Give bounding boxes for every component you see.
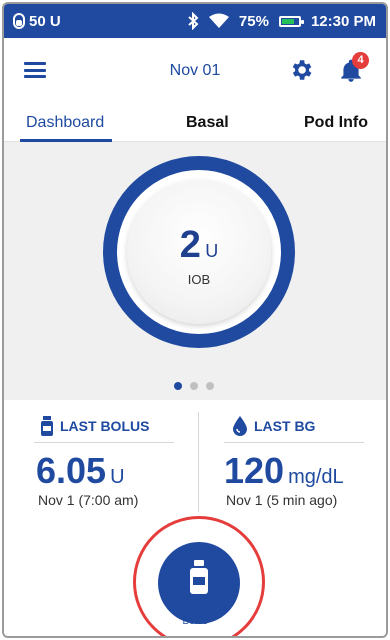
bolus-button[interactable] [158,542,240,624]
clock: 12:30 PM [310,12,376,30]
page-indicator [174,382,214,390]
iob-value-group: 2 U [127,224,271,267]
last-bolus-title: LAST BOLUS [60,418,150,434]
battery-icon [278,15,304,27]
page-dot-1[interactable] [174,382,182,390]
last-bg-title: LAST BG [254,418,316,434]
iob-unit: U [205,241,219,261]
last-bg-value: 120 [224,450,285,491]
gear-icon[interactable] [288,57,314,83]
battery-percent: 75% [238,12,269,30]
insulin-vial-icon [41,416,53,436]
iob-value: 2 [179,224,201,266]
insulin-vial-icon [190,560,208,594]
battery-level [281,18,294,24]
tab-pod-info[interactable]: Pod Info [304,114,368,132]
wifi-icon [208,13,229,28]
last-bolus-unit: U [110,466,125,488]
last-bg-unit: mg/dL [288,466,344,488]
last-bg-header: LAST BG [232,416,315,436]
iob-panel: 2 U IOB [4,142,386,400]
bluetooth-icon [188,12,199,30]
last-bolus-divider [34,442,174,443]
tab-basal[interactable]: Basal [186,114,229,132]
last-bg-value-group: 120 mg/dL [224,450,344,492]
tab-dashboard[interactable]: Dashboard [26,114,104,132]
last-bg-divider [224,442,364,443]
notification-badge: 4 [352,52,369,69]
iob-circle[interactable]: 2 U IOB [127,180,271,324]
tab-bar: Dashboard Basal Pod Info [4,102,386,142]
blood-drop-icon [233,416,247,436]
iob-label: IOB [187,272,211,287]
stats-divider [198,412,199,512]
last-bg-time: Nov 1 (5 min ago) [226,492,338,508]
page-dot-2[interactable] [190,382,198,390]
last-bolus-value: 6.05 [36,450,107,491]
pod-icon [13,13,25,29]
status-bar: 50 U 75% 12:30 PM [4,4,386,38]
current-date: Nov 01 [169,62,221,79]
pod-insulin-remaining: 50 U [29,12,61,30]
app-header: Nov 01 4 [4,38,386,102]
pod-status: 50 U [4,13,61,30]
iob-ring: 2 U IOB [103,156,295,348]
last-bolus-time: Nov 1 (7:00 am) [38,492,139,508]
last-bolus-header: LAST BOLUS [40,416,149,436]
last-bolus-value-group: 6.05 U [36,450,125,492]
page-dot-3[interactable] [206,382,214,390]
bolus-label: Bolus [182,616,208,627]
device-screen: 50 U 75% 12:30 PM Nov 01 4 Dashboard Bas… [2,2,388,638]
